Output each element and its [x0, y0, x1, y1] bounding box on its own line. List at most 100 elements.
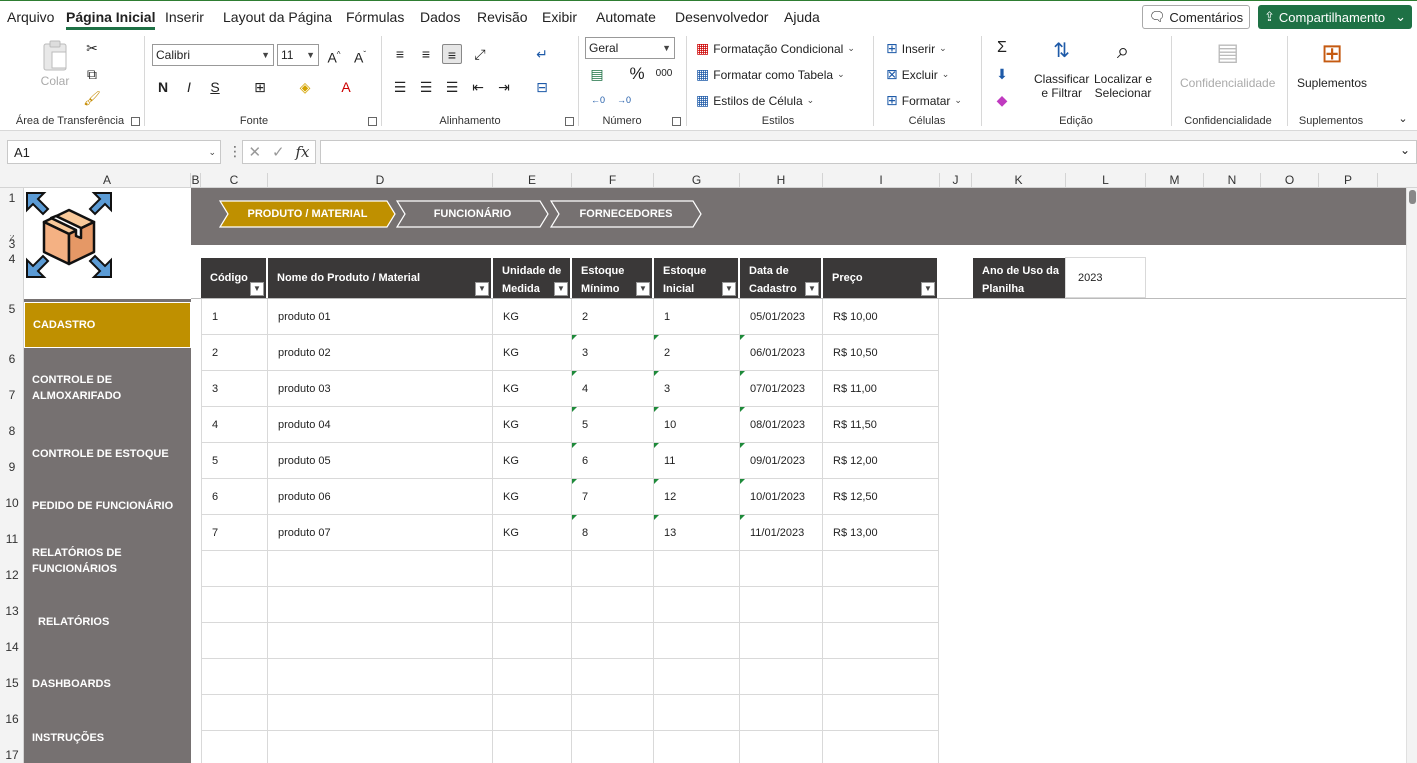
table-cell[interactable] [823, 659, 939, 695]
column-header-f[interactable]: F [572, 173, 654, 188]
table-cell[interactable] [572, 587, 654, 623]
decrease-indent-icon[interactable]: ⇤ [468, 77, 488, 97]
table-cell[interactable]: 11 [654, 443, 740, 479]
fill-icon[interactable]: ⬇ [992, 64, 1012, 84]
row-header-16[interactable]: 16 [0, 709, 24, 745]
menu-automate[interactable]: Automate [596, 9, 656, 25]
table-cell[interactable] [654, 551, 740, 587]
table-cell[interactable] [201, 587, 268, 623]
table-cell[interactable]: 1 [654, 299, 740, 335]
table-cell[interactable]: 1 [201, 299, 268, 335]
table-cell[interactable] [493, 731, 572, 763]
table-cell[interactable]: produto 05 [268, 443, 493, 479]
format-as-table-button[interactable]: ▦ Formatar como Tabela ⌄ [696, 66, 845, 83]
table-cell[interactable] [740, 587, 823, 623]
table-cell[interactable]: produto 07 [268, 515, 493, 551]
table-cell[interactable] [572, 695, 654, 731]
wrap-text-icon[interactable]: ↵ [532, 44, 552, 64]
table-cell[interactable] [740, 551, 823, 587]
sidebar-item-cadastro[interactable]: CADASTRO [24, 302, 191, 348]
table-cell[interactable] [493, 659, 572, 695]
table-cell[interactable]: R$ 11,50 [823, 407, 939, 443]
filter-dropdown-icon[interactable]: ▼ [250, 282, 264, 296]
table-cell[interactable] [654, 695, 740, 731]
font-name-select[interactable]: Calibri ▼ [152, 44, 274, 66]
table-cell[interactable] [572, 551, 654, 587]
bold-button[interactable]: N [153, 77, 173, 97]
insert-function-button[interactable]: fx [296, 143, 310, 161]
italic-button[interactable]: I [179, 77, 199, 97]
table-cell[interactable] [268, 587, 493, 623]
row-header-14[interactable]: 14 [0, 637, 24, 673]
column-header-c[interactable]: C [201, 173, 268, 188]
filter-dropdown-icon[interactable]: ▼ [475, 282, 489, 296]
sidebar-item-controle-de-almoxarifado[interactable]: CONTROLE DE ALMOXARIFADO [24, 349, 191, 427]
filter-dropdown-icon[interactable]: ▼ [636, 282, 650, 296]
table-cell[interactable]: 4 [572, 371, 654, 407]
table-cell[interactable] [268, 731, 493, 763]
row-header-6[interactable]: 6 [0, 349, 24, 385]
clipboard-launcher-icon[interactable] [131, 117, 140, 126]
table-cell[interactable]: 2 [572, 299, 654, 335]
row-header-5[interactable]: 5 [0, 299, 24, 349]
align-center-icon[interactable]: ☰ [416, 77, 436, 97]
autosum-icon[interactable]: Σ [992, 38, 1012, 58]
table-cell[interactable] [823, 623, 939, 659]
share-button[interactable]: ⇪ Compartilhamento ⌄ [1258, 5, 1412, 29]
table-cell[interactable]: produto 02 [268, 335, 493, 371]
menu-dados[interactable]: Dados [420, 9, 460, 25]
table-cell[interactable] [493, 587, 572, 623]
table-cell[interactable]: 10/01/2023 [740, 479, 823, 515]
table-cell[interactable] [493, 695, 572, 731]
column-header-d[interactable]: D [268, 173, 493, 188]
merge-center-icon[interactable]: ⊟ [532, 77, 552, 97]
table-cell[interactable]: KG [493, 479, 572, 515]
table-cell[interactable] [493, 551, 572, 587]
align-middle-icon[interactable]: ≡ [416, 44, 436, 64]
table-cell[interactable]: 5 [572, 407, 654, 443]
increase-decimal-icon[interactable]: ←0 [588, 90, 608, 110]
menu-arquivo[interactable]: Arquivo [7, 9, 54, 25]
table-cell[interactable]: produto 01 [268, 299, 493, 335]
table-cell[interactable] [654, 587, 740, 623]
thousands-button[interactable]: 000 [652, 64, 676, 84]
table-cell[interactable]: 08/01/2023 [740, 407, 823, 443]
grow-font-icon[interactable]: A^ [324, 45, 344, 66]
worksheet[interactable]: CADASTRO CONTROLE DE ALMOXARIFADO CONTROLE … [24, 188, 1406, 763]
column-header-h[interactable]: H [740, 173, 823, 188]
table-cell[interactable] [823, 551, 939, 587]
year-value-cell[interactable]: 2023 [1065, 257, 1146, 298]
table-cell[interactable]: R$ 13,00 [823, 515, 939, 551]
row-header-17[interactable]: 17 [0, 745, 24, 763]
table-cell[interactable] [268, 623, 493, 659]
table-cell[interactable] [823, 695, 939, 731]
format-cells-button[interactable]: ⊞ Formatar ⌄ [886, 92, 962, 109]
scroll-thumb[interactable] [1409, 190, 1416, 204]
sidebar-item-relat-rios-de-funcion-rios[interactable]: RELATÓRIOS DE FUNCIONÁRIOS [24, 531, 191, 591]
column-header-g[interactable]: G [654, 173, 740, 188]
cut-icon[interactable]: ✂ [82, 38, 102, 58]
table-cell[interactable] [201, 551, 268, 587]
underline-button[interactable]: S [205, 77, 225, 97]
decrease-decimal-icon[interactable]: →0 [614, 90, 634, 110]
menu-layout-da-p-gina[interactable]: Layout da Página [223, 9, 332, 25]
table-cell[interactable]: 11/01/2023 [740, 515, 823, 551]
row-header-3[interactable]: 3 [0, 240, 24, 249]
table-cell[interactable]: KG [493, 443, 572, 479]
percent-button[interactable]: % [627, 64, 647, 84]
table-cell[interactable] [654, 659, 740, 695]
table-cell[interactable]: R$ 11,00 [823, 371, 939, 407]
column-header-k[interactable]: K [972, 173, 1066, 188]
table-cell[interactable] [740, 731, 823, 763]
sidebar-item-pedido-de-funcion-rio[interactable]: PEDIDO DE FUNCIONÁRIO [24, 485, 191, 527]
accounting-format-icon[interactable]: ▤ [587, 64, 607, 84]
table-cell[interactable] [823, 587, 939, 623]
clear-icon[interactable]: ◆ [992, 90, 1012, 110]
table-cell[interactable]: 09/01/2023 [740, 443, 823, 479]
table-cell[interactable] [201, 731, 268, 763]
menu-ajuda[interactable]: Ajuda [784, 9, 820, 25]
number-launcher-icon[interactable] [672, 117, 681, 126]
table-cell[interactable] [740, 695, 823, 731]
orientation-icon[interactable]: ⤢ [470, 44, 490, 64]
table-cell[interactable]: KG [493, 515, 572, 551]
